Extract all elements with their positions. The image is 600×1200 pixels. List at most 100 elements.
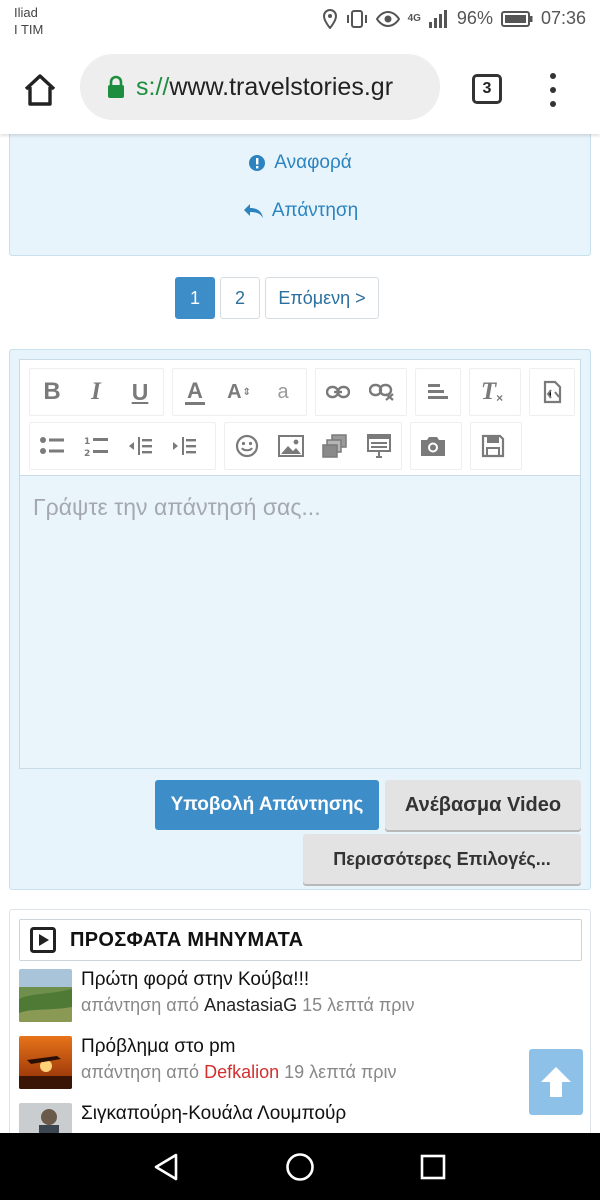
post-actions-panel: Αναφορά Απάντηση	[9, 120, 591, 256]
clock: 07:36	[540, 8, 586, 28]
source-icon	[543, 380, 562, 404]
browser-menu-button[interactable]	[538, 70, 568, 110]
recent-messages-header: ΠΡΟΣΦΑΤΑ ΜΗΝΥΜΑΤΑ	[19, 919, 582, 961]
reply-editor-panel: B I U A A ⇕ a T × 1 2 Γράψτε την απάντησ…	[9, 349, 591, 890]
menu-dot-icon	[550, 73, 556, 79]
table-button[interactable]	[357, 423, 401, 469]
table-icon	[367, 434, 391, 458]
home-button[interactable]	[20, 70, 60, 110]
submit-reply-button[interactable]: Υποβολή Απάντησης	[155, 780, 379, 830]
nav-home-button[interactable]	[285, 1152, 315, 1187]
message-time: 15 λεπτά πριν	[302, 995, 415, 1015]
unlink-icon	[369, 383, 394, 401]
emoticon-button[interactable]	[225, 423, 269, 469]
tabs-button[interactable]: 3	[472, 74, 502, 104]
meta-prefix: απάντηση από	[81, 995, 200, 1015]
recent-apps-button[interactable]	[420, 1154, 446, 1185]
thumbnail-landscape	[19, 969, 72, 1022]
font-color-icon: A	[185, 377, 205, 405]
lock-icon	[108, 75, 124, 98]
reply-textarea[interactable]: Γράψτε την απάντησή σας...	[20, 476, 580, 768]
numbered-list-button[interactable]: 12	[74, 423, 118, 469]
recent-messages-title: ΠΡΟΣΦΑΤΑ ΜΗΝΥΜΑΤΑ	[70, 928, 304, 951]
back-triangle-icon	[154, 1153, 178, 1181]
svg-text:1: 1	[84, 437, 90, 447]
scroll-to-top-button[interactable]	[529, 1049, 583, 1115]
font-size-button[interactable]: A ⇕	[217, 369, 261, 415]
save-icon	[481, 434, 505, 458]
indent-button[interactable]	[162, 423, 206, 469]
list-group: 12	[29, 422, 216, 470]
bold-icon: B	[43, 378, 61, 405]
status-icons: 4G 96% 07:36	[322, 8, 586, 29]
bullet-list-icon	[40, 437, 64, 454]
next-page-button[interactable]: Επόμενη >	[265, 277, 379, 319]
back-button[interactable]	[152, 1152, 180, 1187]
exclamation-icon	[249, 155, 266, 171]
remove-format-button[interactable]: T ×	[470, 369, 514, 415]
camera-button[interactable]	[411, 423, 455, 469]
italic-button[interactable]: I	[74, 369, 118, 415]
list-item[interactable]: Πρόβλημα στο pm απάντηση από Defkalion 1…	[19, 1036, 519, 1090]
message-meta: απάντηση από AnastasiaG 15 λεπτά πριν	[81, 995, 415, 1016]
message-meta: απάντηση από Defkalion 19 λεπτά πριν	[81, 1062, 397, 1083]
network-type: 4G	[407, 13, 421, 24]
status-bar: Iliad I TIM 4G 96% 07:36	[0, 0, 600, 44]
message-title[interactable]: Πρώτη φορά στην Κούβα!!!	[81, 969, 309, 991]
clear-format-group: T ×	[469, 368, 521, 416]
align-icon	[428, 384, 448, 399]
message-title[interactable]: Σιγκαπούρη-Κουάλα Λουμπούρ	[81, 1103, 346, 1125]
list-item[interactable]: Πρώτη φορά στην Κούβα!!! απάντηση από An…	[19, 969, 519, 1023]
gallery-button[interactable]	[313, 423, 357, 469]
save-draft-button[interactable]	[471, 423, 515, 469]
editor-toolbar: B I U A A ⇕ a T × 1 2	[20, 360, 580, 476]
image-button[interactable]	[269, 423, 313, 469]
square-icon	[420, 1154, 446, 1180]
message-title[interactable]: Πρόβλημα στο pm	[81, 1036, 236, 1058]
signal-icon	[428, 9, 447, 28]
message-user[interactable]: Defkalion	[204, 1062, 279, 1082]
font-face-button[interactable]: a	[261, 369, 305, 415]
outdent-button[interactable]	[118, 423, 162, 469]
report-label: Αναφορά	[274, 152, 352, 173]
thumbnail-sunset	[19, 1036, 72, 1089]
link-button[interactable]	[316, 369, 360, 415]
remove-format-icon: T	[480, 378, 497, 405]
save-group	[470, 422, 522, 470]
page-1-button[interactable]: 1	[175, 277, 215, 319]
link-icon	[326, 385, 350, 399]
bullet-list-button[interactable]	[30, 423, 74, 469]
page-2-button[interactable]: 2	[220, 277, 260, 319]
camera-group	[410, 422, 462, 470]
upload-video-button[interactable]: Ανέβασμα Video	[385, 780, 581, 830]
size-arrows-icon: ⇕	[242, 386, 251, 398]
eye-icon	[375, 10, 400, 27]
home-circle-icon	[286, 1153, 314, 1181]
editor-frame: B I U A A ⇕ a T × 1 2 Γράψτε την απάντησ…	[19, 359, 581, 769]
address-bar[interactable]: s://www.travelstories.gr	[80, 54, 440, 120]
underline-icon: U	[131, 378, 149, 405]
unlink-button[interactable]	[360, 369, 404, 415]
reply-label: Απάντηση	[271, 200, 359, 221]
menu-dot-icon	[550, 87, 556, 93]
message-time: 19 λεπτά πριν	[284, 1062, 397, 1082]
more-options-button[interactable]: Περισσότερες Επιλογές...	[303, 834, 581, 884]
message-user[interactable]: AnastasiaG	[204, 995, 297, 1015]
align-button[interactable]	[416, 369, 460, 415]
carrier-info: Iliad I TIM	[14, 4, 43, 38]
reply-link[interactable]: Απάντηση	[10, 200, 590, 222]
font-group: A A ⇕ a	[172, 368, 307, 416]
underline-button[interactable]: U	[118, 369, 162, 415]
bold-button[interactable]: B	[30, 369, 74, 415]
report-link[interactable]: Αναφορά	[10, 152, 590, 174]
italic-icon: I	[91, 378, 101, 405]
font-color-button[interactable]: A	[173, 369, 217, 415]
source-button[interactable]	[530, 369, 574, 415]
font-size-icon: A	[227, 380, 242, 403]
align-group	[415, 368, 461, 416]
camera-icon	[421, 437, 445, 456]
pagination: 1 2 Επόμενη >	[175, 277, 379, 319]
play-icon	[30, 927, 56, 953]
meta-prefix: απάντηση από	[81, 1062, 200, 1082]
source-group	[529, 368, 575, 416]
